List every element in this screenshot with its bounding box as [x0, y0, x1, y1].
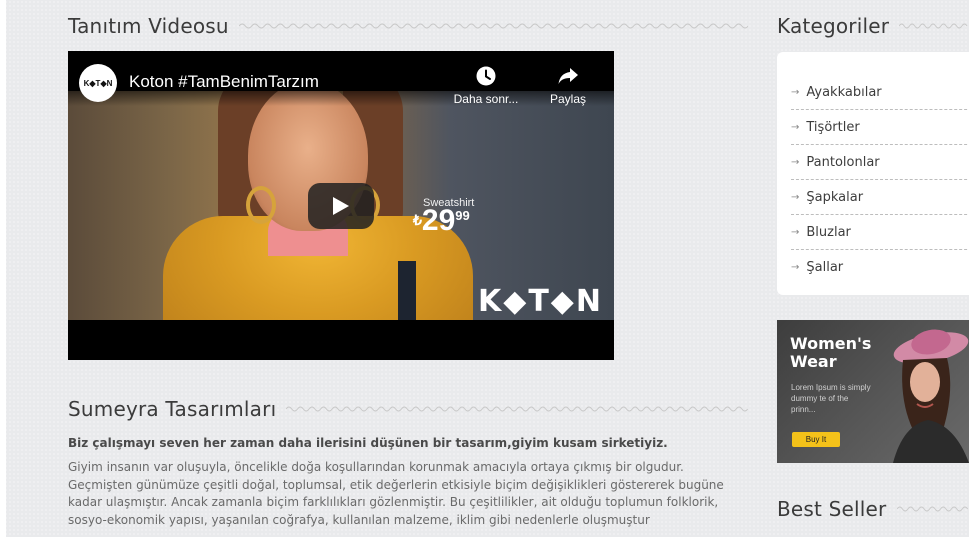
- thumbnail-price: ₺2999: [413, 204, 470, 238]
- share-label: Paylaş: [549, 92, 587, 106]
- best-seller-header: Best Seller: [777, 497, 969, 521]
- heading-divider: [286, 404, 748, 414]
- about-paragraph: Giyim insanın var oluşuyla, öncelikle do…: [68, 460, 724, 527]
- best-seller-title: Best Seller: [777, 497, 887, 521]
- category-label[interactable]: Pantolonlar: [806, 155, 879, 170]
- category-item-ayakkabilar[interactable]: → Ayakkabılar: [791, 75, 969, 110]
- womens-wear-banner[interactable]: Women's Wear Lorem Ipsum is simply dummy…: [777, 320, 969, 463]
- video-section-title: Tanıtım Videosu: [68, 14, 229, 38]
- heading-divider: [899, 21, 969, 31]
- about-tagline: Biz çalışmayı seven her zaman daha ileri…: [68, 436, 668, 450]
- brand-watermark: K◆T◆N: [478, 284, 603, 319]
- categories-list: → Ayakkabılar → Tişörtler → Pantolonlar → Şa…: [791, 75, 969, 284]
- price-main: 29: [421, 204, 456, 237]
- arrow-right-icon: →: [791, 121, 800, 133]
- play-icon: [333, 197, 349, 215]
- categories-title: Kategoriler: [777, 14, 890, 38]
- category-item-sapkalar[interactable]: → Şapkalar: [791, 180, 969, 215]
- play-button[interactable]: [308, 183, 374, 229]
- banner-text: Lorem Ipsum is simply dummy te of the pr…: [791, 383, 871, 414]
- arrow-right-icon: →: [791, 226, 800, 238]
- category-label[interactable]: Tişörtler: [806, 120, 859, 135]
- arrow-right-icon: →: [791, 156, 800, 168]
- watch-later-button[interactable]: Daha sonr...: [446, 65, 526, 106]
- category-item-sallar[interactable]: → Şallar: [791, 250, 969, 284]
- category-item-bluzlar[interactable]: → Bluzlar: [791, 215, 969, 250]
- thumbnail-strap: [398, 261, 416, 320]
- category-item-tisortler[interactable]: → Tişörtler: [791, 110, 969, 145]
- category-label[interactable]: Ayakkabılar: [806, 85, 881, 100]
- categories-header: Kategoriler: [777, 14, 969, 38]
- share-arrow-icon: [528, 65, 608, 87]
- arrow-right-icon: →: [791, 261, 800, 273]
- watch-later-label: Daha sonr...: [453, 92, 519, 106]
- price-decimals: 99: [455, 208, 470, 223]
- share-button[interactable]: Paylaş: [528, 65, 608, 106]
- clock-icon: [446, 65, 526, 87]
- buy-it-button[interactable]: Buy It: [792, 432, 840, 447]
- video-player[interactable]: Sweatshirt ₺2999 K◆T◆N K◆T◆N Koton #TamB…: [68, 51, 614, 360]
- category-label[interactable]: Şapkalar: [806, 190, 863, 205]
- category-label[interactable]: Bluzlar: [806, 225, 851, 240]
- page-left-edge: [0, 0, 6, 537]
- category-label[interactable]: Şallar: [806, 260, 843, 275]
- about-section-header: Sumeyra Tasarımları: [68, 397, 748, 421]
- channel-logo[interactable]: K◆T◆N: [79, 64, 117, 102]
- video-title[interactable]: Koton #TamBenimTarzım: [129, 72, 319, 92]
- categories-box: → Ayakkabılar → Tişörtler → Pantolonlar → Şa…: [777, 52, 969, 295]
- category-item-pantolonlar[interactable]: → Pantolonlar: [791, 145, 969, 180]
- heading-divider: [238, 21, 748, 31]
- price-currency: ₺: [413, 212, 422, 228]
- heading-divider: [896, 504, 969, 514]
- channel-logo-text: K◆T◆N: [83, 78, 113, 88]
- arrow-right-icon: →: [791, 191, 800, 203]
- about-section-title: Sumeyra Tasarımları: [68, 397, 277, 421]
- model-image: [893, 329, 969, 463]
- arrow-right-icon: →: [791, 86, 800, 98]
- video-section-header: Tanıtım Videosu: [68, 14, 748, 38]
- thumbnail-earring-left: [246, 186, 276, 224]
